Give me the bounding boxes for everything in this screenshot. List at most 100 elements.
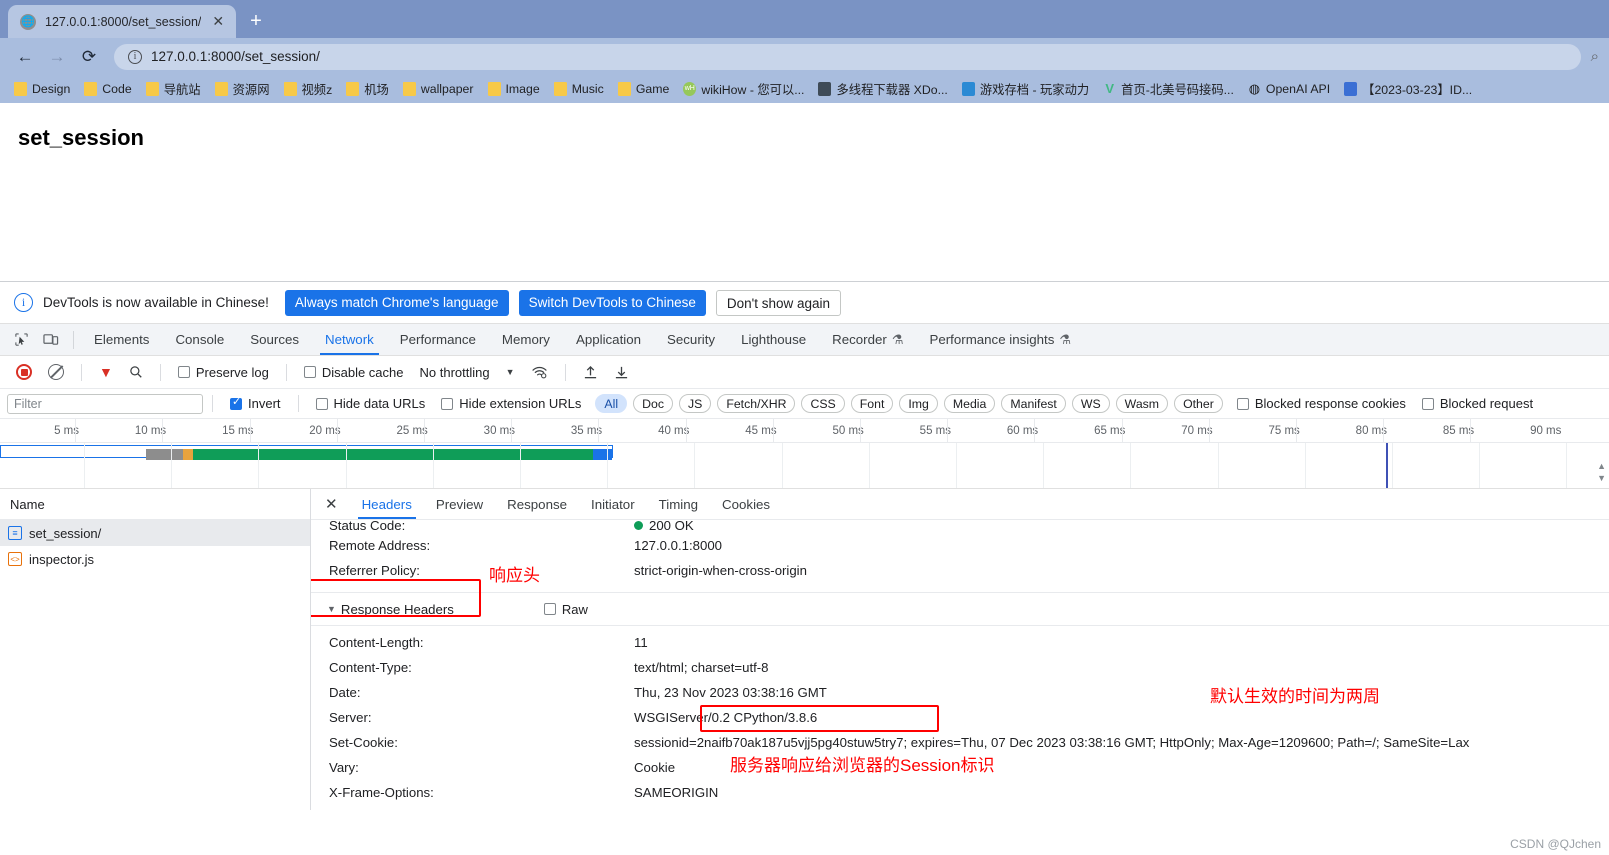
header-row: Content-Type: text/html; charset=utf-8 (311, 655, 1609, 680)
network-overview-timeline[interactable]: 5 ms 10 ms 15 ms 20 ms 25 ms 30 ms 35 ms 40 ms 4… (0, 419, 1609, 489)
resource-type-manifest[interactable]: Manifest (1001, 394, 1066, 413)
scroll-down-icon[interactable]: ▼ (1597, 473, 1606, 483)
bookmark-item[interactable]: 导航站 (139, 78, 208, 100)
bookmark-item[interactable]: ◍ OpenAI API (1241, 80, 1337, 98)
inspect-element-icon[interactable] (6, 326, 36, 354)
watermark: CSDN @QJchen (1510, 837, 1601, 851)
bookmark-item[interactable]: Code (77, 80, 138, 98)
scroll-up-icon[interactable]: ▲ (1597, 461, 1606, 471)
tab-lighthouse[interactable]: Lighthouse (728, 324, 819, 355)
bookmark-item[interactable]: wallpaper (396, 80, 481, 98)
always-match-language-button[interactable]: Always match Chrome's language (284, 289, 509, 316)
header-value: Cookie (634, 760, 676, 775)
tab-application[interactable]: Application (563, 324, 654, 355)
bookmark-item[interactable]: 资源网 (208, 78, 277, 100)
tab-security[interactable]: Security (654, 324, 728, 355)
disable-cache-checkbox[interactable]: Disable cache (296, 359, 412, 385)
hide-data-urls-checkbox[interactable]: Hide data URLs (308, 391, 434, 417)
search-icon[interactable] (121, 359, 151, 385)
bookmark-label: wallpaper (420, 82, 474, 96)
bookmark-item[interactable]: Design (7, 80, 77, 98)
preserve-log-checkbox[interactable]: Preserve log (170, 359, 277, 385)
resource-type-font[interactable]: Font (850, 394, 894, 413)
device-toolbar-icon[interactable] (36, 326, 66, 354)
tab-performance-insights[interactable]: Performance insights ⚗ (916, 324, 1084, 355)
new-tab-button[interactable]: + (250, 11, 262, 31)
detail-tab-response[interactable]: Response (495, 489, 579, 519)
export-har-icon[interactable] (606, 359, 637, 385)
request-row[interactable]: <> inspector.js (0, 546, 310, 572)
resource-type-other[interactable]: Other (1174, 394, 1223, 413)
browser-tab[interactable]: 🌐 127.0.0.1:8000/set_session/ ✕ (8, 5, 237, 38)
record-button[interactable] (8, 359, 40, 385)
bookmark-item[interactable]: 游戏存档 - 玩家动力 (955, 78, 1096, 100)
bookmark-item[interactable]: 视频z (277, 78, 340, 100)
address-bar[interactable]: i 127.0.0.1:8000/set_session/ (114, 43, 1581, 70)
timeline-gridline (1130, 443, 1132, 488)
bookmark-item[interactable]: 【2023-03-23】ID... (1337, 78, 1479, 100)
bookmark-item[interactable]: Game (611, 80, 677, 98)
funnel-icon[interactable]: ▼ (91, 359, 121, 385)
resource-type-all[interactable]: All (595, 394, 628, 413)
timeline-gridline (345, 443, 347, 488)
tab-recorder[interactable]: Recorder ⚗ (819, 324, 916, 355)
header-value: sessionid=2naifb70ak187u5vjj5pg40stuw5tr… (634, 735, 1469, 750)
resource-type-fetch-xhr[interactable]: Fetch/XHR (717, 394, 796, 413)
hide-extension-urls-checkbox[interactable]: Hide extension URLs (433, 391, 589, 417)
detail-tab-timing[interactable]: Timing (647, 489, 710, 519)
timing-segment-waiting (146, 449, 183, 460)
forward-icon[interactable]: → (42, 42, 72, 72)
reload-icon[interactable]: ⟳ (74, 42, 104, 72)
site-info-icon[interactable]: i (128, 49, 142, 64)
bookmark-item[interactable]: 多线程下载器 XDo... (811, 78, 954, 100)
detail-tab-headers[interactable]: Headers (350, 489, 424, 519)
close-icon[interactable]: ✕ (321, 495, 350, 513)
divider (159, 363, 161, 381)
resource-type-img[interactable]: Img (899, 394, 938, 413)
wifi-settings-icon[interactable] (523, 359, 556, 385)
blocked-response-cookies-checkbox[interactable]: Blocked response cookies (1229, 391, 1414, 417)
timeline-tick: 10 ms (75, 419, 171, 443)
bookmark-item[interactable]: wH wikiHow - 您可以... (676, 78, 811, 100)
clear-icon[interactable] (40, 359, 72, 385)
raw-toggle[interactable]: Raw (543, 602, 588, 617)
throttling-select[interactable]: No throttling ▼ (412, 359, 523, 385)
search-icon[interactable]: ⌕ (1591, 48, 1599, 65)
response-headers-section[interactable]: ▼ Response Headers Raw (311, 592, 1609, 626)
resource-type-ws[interactable]: WS (1071, 394, 1110, 413)
bookmark-label: 多线程下载器 XDo... (836, 83, 948, 97)
resource-type-js[interactable]: JS (678, 394, 712, 413)
resource-type-css[interactable]: CSS (801, 394, 845, 413)
import-har-icon[interactable] (575, 359, 606, 385)
bookmark-item[interactable]: Image (481, 80, 547, 98)
resource-type-wasm[interactable]: Wasm (1115, 394, 1169, 413)
resource-type-doc[interactable]: Doc (633, 394, 673, 413)
blocked-requests-checkbox[interactable]: Blocked request (1414, 391, 1541, 417)
bookmark-item[interactable]: V 首页-北美号码接码... (1096, 78, 1241, 100)
tab-memory[interactable]: Memory (489, 324, 563, 355)
close-icon[interactable]: ✕ (210, 13, 226, 30)
tab-console[interactable]: Console (162, 324, 237, 355)
header-key: Server: (329, 710, 372, 725)
back-icon[interactable]: ← (10, 42, 40, 72)
bookmark-item[interactable]: Music (547, 80, 611, 98)
tab-elements[interactable]: Elements (81, 324, 162, 355)
tab-performance[interactable]: Performance (387, 324, 489, 355)
detail-tab-initiator[interactable]: Initiator (579, 489, 647, 519)
filter-input[interactable] (7, 393, 203, 414)
header-key: Status Code: (329, 520, 406, 533)
invert-checkbox[interactable]: Invert (222, 391, 289, 417)
status-code-text: 200 OK (649, 520, 694, 533)
timeline-gridline (520, 443, 521, 488)
resource-type-media[interactable]: Media (943, 394, 996, 413)
annotation-response-headers-label: 响应头 (489, 566, 540, 585)
tab-sources[interactable]: Sources (237, 324, 312, 355)
detail-tab-cookies[interactable]: Cookies (710, 489, 782, 519)
switch-to-chinese-button[interactable]: Switch DevTools to Chinese (518, 289, 706, 316)
bookmark-item[interactable]: 机场 (339, 78, 396, 100)
header-value: 127.0.0.1:8000 (634, 538, 722, 553)
request-row[interactable]: ≡ set_session/ (0, 520, 310, 546)
tab-network[interactable]: Network (312, 324, 387, 355)
detail-tab-preview[interactable]: Preview (424, 489, 495, 519)
dont-show-again-button[interactable]: Don't show again (715, 289, 842, 316)
